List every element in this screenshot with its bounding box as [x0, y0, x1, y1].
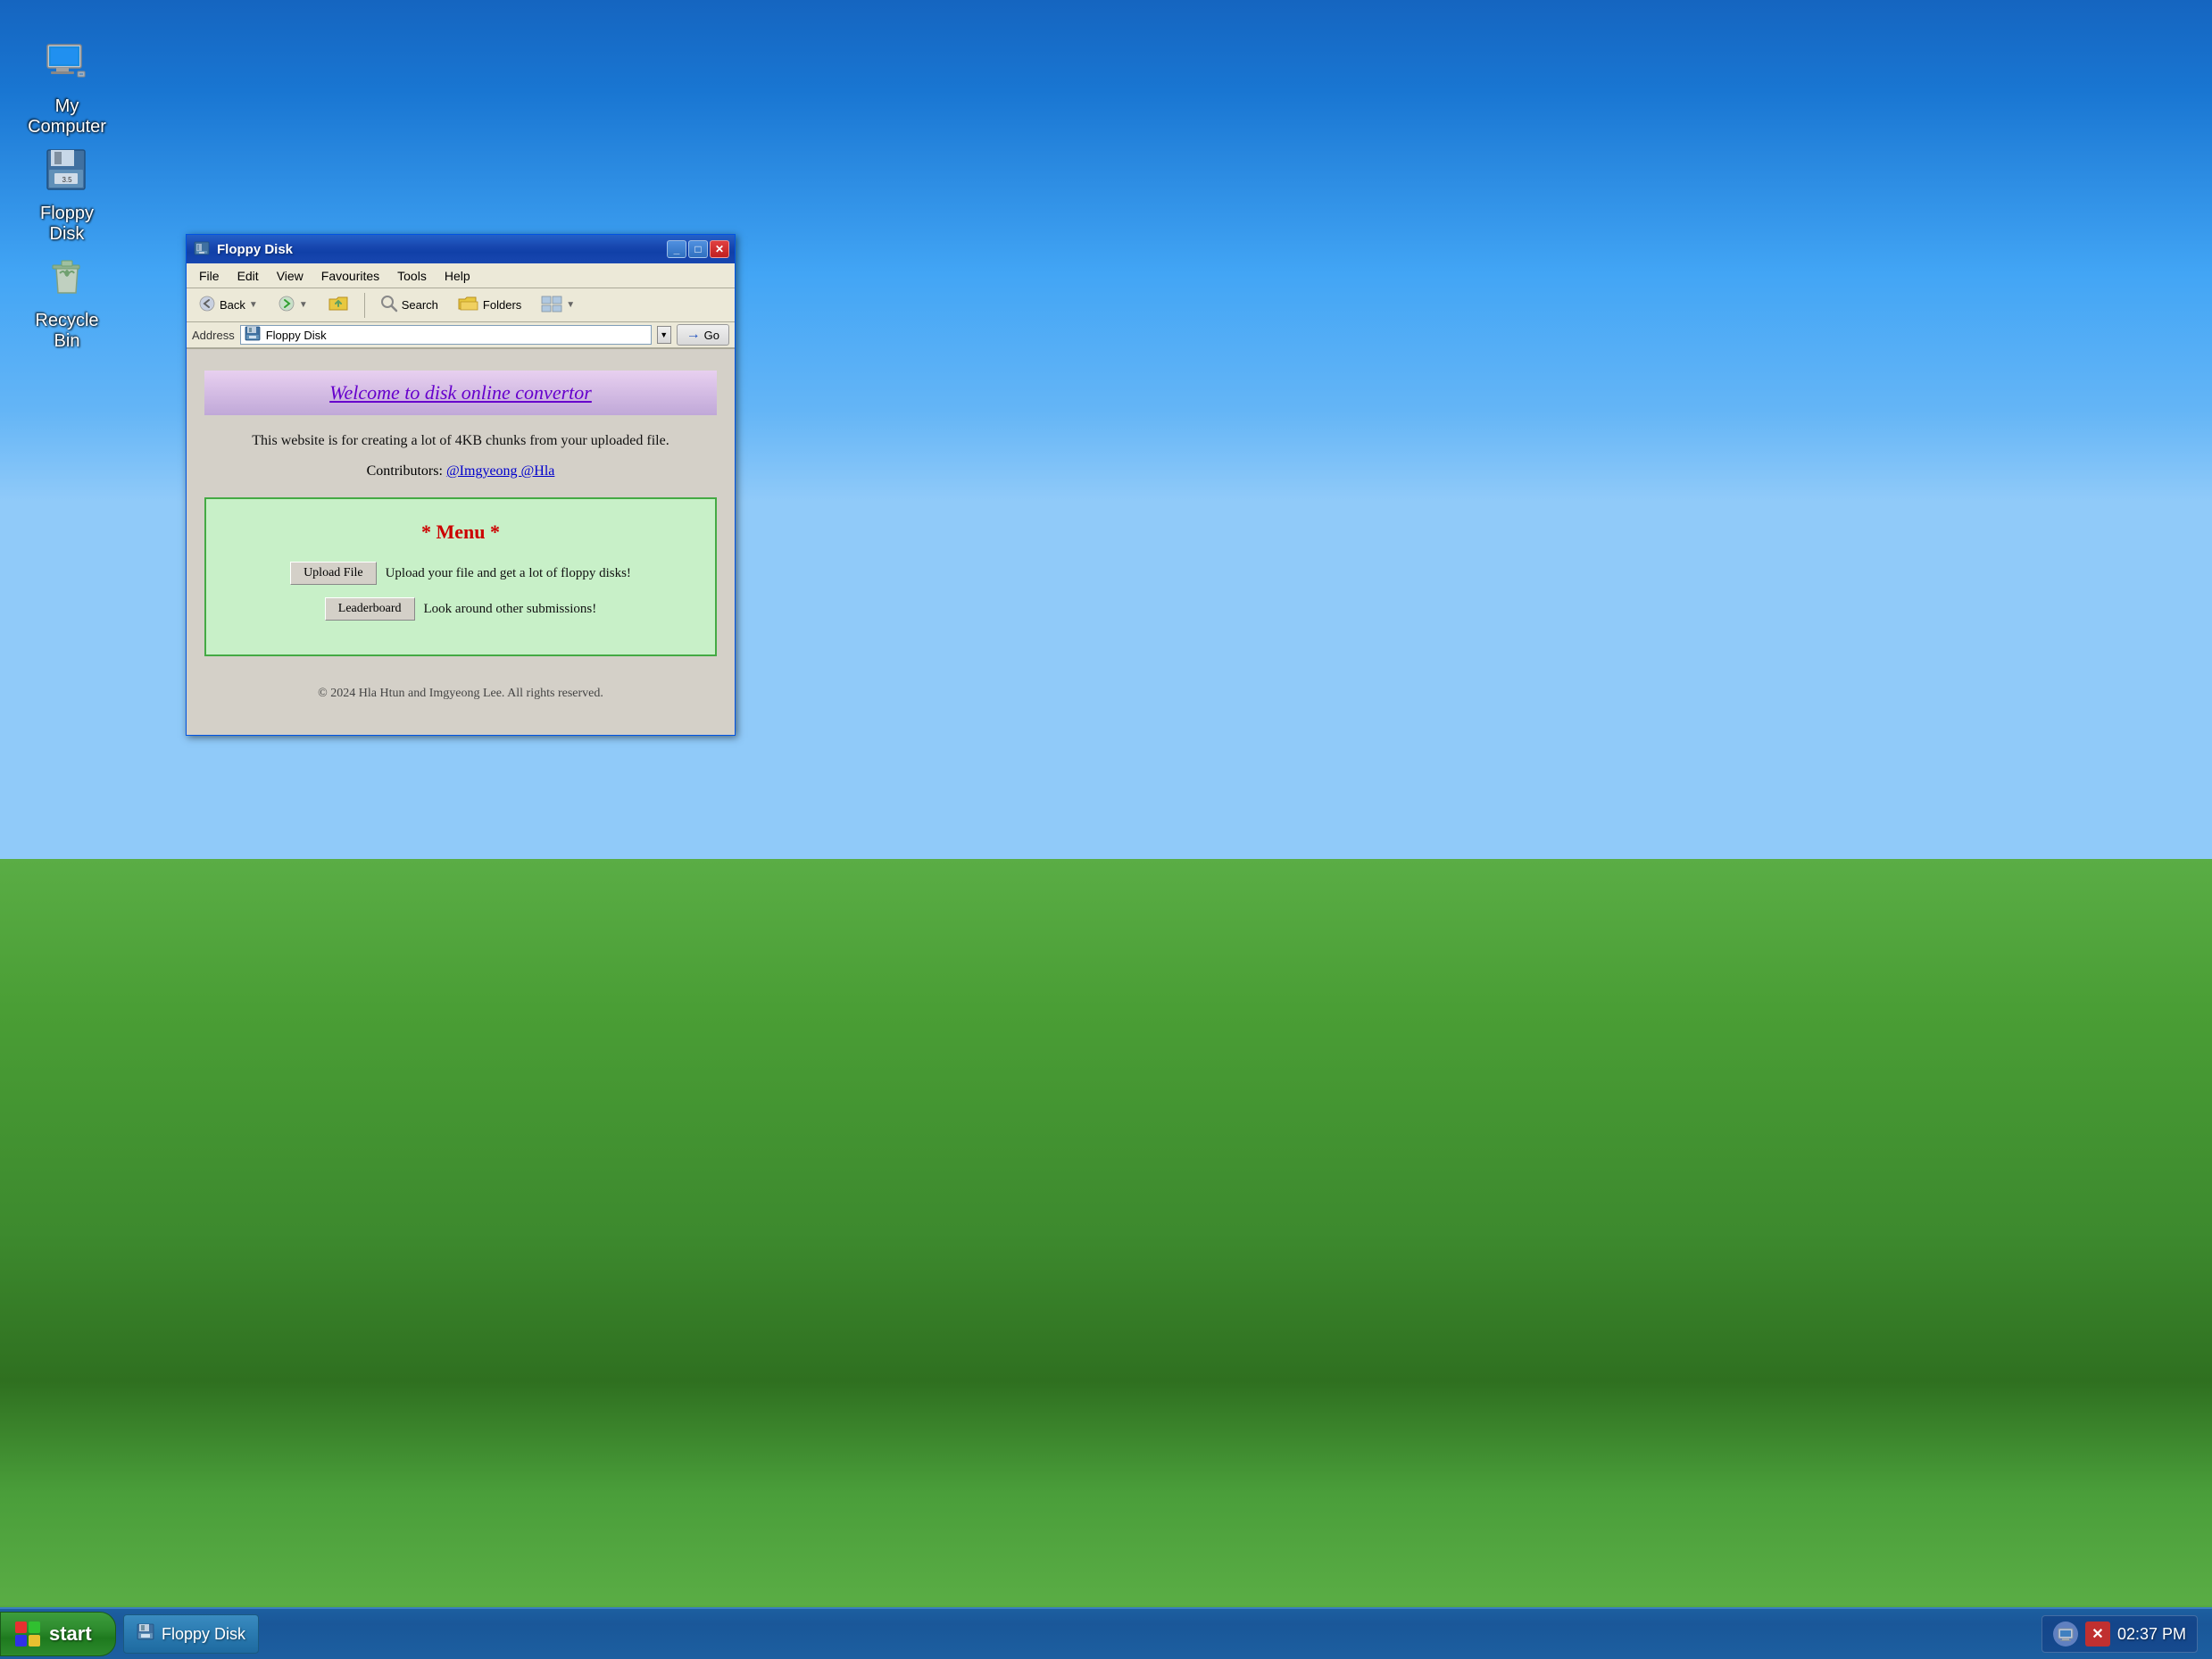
- folders-button[interactable]: Folders: [450, 292, 529, 319]
- contributors-text: Contributors: @Imgyeong @Hla: [204, 463, 717, 479]
- window-title-bar: Floppy Disk _ □ ✕: [187, 235, 735, 263]
- go-arrow-icon: →: [686, 327, 701, 343]
- up-folder-button[interactable]: [320, 292, 357, 319]
- minimize-button[interactable]: _: [667, 240, 686, 258]
- forward-dropdown-icon[interactable]: ▼: [299, 300, 308, 310]
- back-dropdown-icon[interactable]: ▼: [249, 300, 258, 310]
- menu-file[interactable]: File: [190, 267, 229, 285]
- address-value: Floppy Disk: [266, 329, 647, 342]
- folders-label: Folders: [483, 298, 521, 312]
- window-title-text: Floppy Disk: [217, 242, 661, 257]
- address-bar: Address Floppy Disk ▼ → Go: [187, 322, 735, 349]
- system-clock: 02:37 PM: [2117, 1625, 2186, 1644]
- leaderboard-button[interactable]: Leaderboard: [325, 597, 415, 621]
- start-label: start: [49, 1622, 92, 1646]
- go-label: Go: [704, 329, 719, 342]
- taskbar: start Floppy Disk: [0, 1607, 2212, 1659]
- recycle-bin-icon: [38, 248, 96, 305]
- folders-icon: [458, 295, 479, 315]
- ground-background: [0, 859, 2212, 1605]
- my-computer-label: My Computer: [25, 96, 109, 138]
- go-button[interactable]: → Go: [677, 324, 729, 346]
- taskbar-program-icon: [137, 1623, 154, 1646]
- search-icon: [380, 295, 398, 315]
- address-floppy-icon: [245, 326, 261, 345]
- taskbar-floppy-disk[interactable]: Floppy Disk: [123, 1614, 259, 1654]
- toolbar-separator-1: [364, 293, 365, 318]
- desktop-icon-recycle[interactable]: Recycle Bin: [18, 241, 116, 359]
- floppy-disk-label: Floppy Disk: [25, 204, 109, 245]
- view-icon: [541, 295, 562, 315]
- forward-button[interactable]: ▼: [270, 292, 316, 319]
- floppy-disk-icon: 3.5: [38, 141, 96, 198]
- window-controls: _ □ ✕: [667, 240, 729, 258]
- contributors-prefix: Contributors:: [367, 463, 446, 479]
- window-content: Welcome to disk online convertor This we…: [187, 349, 735, 735]
- upload-description: Upload your file and get a lot of floppy…: [386, 566, 631, 581]
- view-button[interactable]: ▼: [533, 292, 583, 319]
- toolbar: Back ▼ ▼: [187, 288, 735, 322]
- search-label: Search: [402, 298, 438, 312]
- address-input-wrap[interactable]: Floppy Disk: [240, 325, 652, 345]
- menu-edit[interactable]: Edit: [229, 267, 268, 285]
- welcome-heading: Welcome to disk online convertor: [204, 371, 717, 415]
- view-dropdown-icon[interactable]: ▼: [566, 300, 575, 310]
- recycle-bin-label: Recycle Bin: [25, 311, 109, 352]
- menu-title: * Menu *: [228, 521, 694, 544]
- menu-help[interactable]: Help: [436, 267, 479, 285]
- footer-text: © 2024 Hla Htun and Imgyeong Lee. All ri…: [204, 674, 717, 713]
- back-label: Back: [220, 298, 245, 312]
- address-label: Address: [192, 329, 235, 342]
- close-button[interactable]: ✕: [710, 240, 729, 258]
- leaderboard-row: Leaderboard Look around other submission…: [228, 597, 694, 621]
- address-dropdown-button[interactable]: ▼: [657, 326, 671, 344]
- description-text: This website is for creating a lot of 4K…: [204, 433, 717, 449]
- menu-favourites[interactable]: Favourites: [312, 267, 388, 285]
- floppy-disk-window: Floppy Disk _ □ ✕ File Edit View Favouri…: [186, 234, 736, 736]
- leaderboard-description: Look around other submissions!: [424, 602, 597, 617]
- up-folder-icon: [328, 294, 349, 316]
- upload-row: Upload File Upload your file and get a l…: [228, 562, 694, 585]
- taskbar-right: ✕ 02:37 PM: [2042, 1615, 2212, 1653]
- desktop: My Computer 3.5 Floppy Disk: [0, 0, 2212, 1659]
- my-computer-icon: [38, 34, 96, 91]
- menu-view[interactable]: View: [268, 267, 312, 285]
- back-button[interactable]: Back ▼: [190, 292, 266, 319]
- tray-security-icon: ✕: [2085, 1621, 2110, 1646]
- forward-icon: [278, 296, 295, 314]
- contributors-link[interactable]: @Imgyeong @Hla: [446, 463, 554, 479]
- windows-logo-icon: [15, 1621, 40, 1646]
- desktop-icon-my-computer[interactable]: My Computer: [18, 27, 116, 145]
- back-icon: [198, 296, 216, 314]
- taskbar-program-label: Floppy Disk: [162, 1625, 245, 1644]
- window-title-icon: [192, 239, 212, 259]
- system-tray: ✕ 02:37 PM: [2042, 1615, 2198, 1653]
- menu-box: * Menu * Upload File Upload your file an…: [204, 497, 717, 656]
- start-button[interactable]: start: [0, 1612, 116, 1656]
- tray-network-icon: [2053, 1621, 2078, 1646]
- menu-tools[interactable]: Tools: [388, 267, 436, 285]
- maximize-button[interactable]: □: [688, 240, 708, 258]
- search-button[interactable]: Search: [372, 292, 446, 319]
- menu-bar: File Edit View Favourites Tools Help: [187, 263, 735, 288]
- svg-text:3.5: 3.5: [62, 176, 72, 184]
- desktop-icon-floppy[interactable]: 3.5 Floppy Disk: [18, 134, 116, 252]
- upload-file-button[interactable]: Upload File: [290, 562, 377, 585]
